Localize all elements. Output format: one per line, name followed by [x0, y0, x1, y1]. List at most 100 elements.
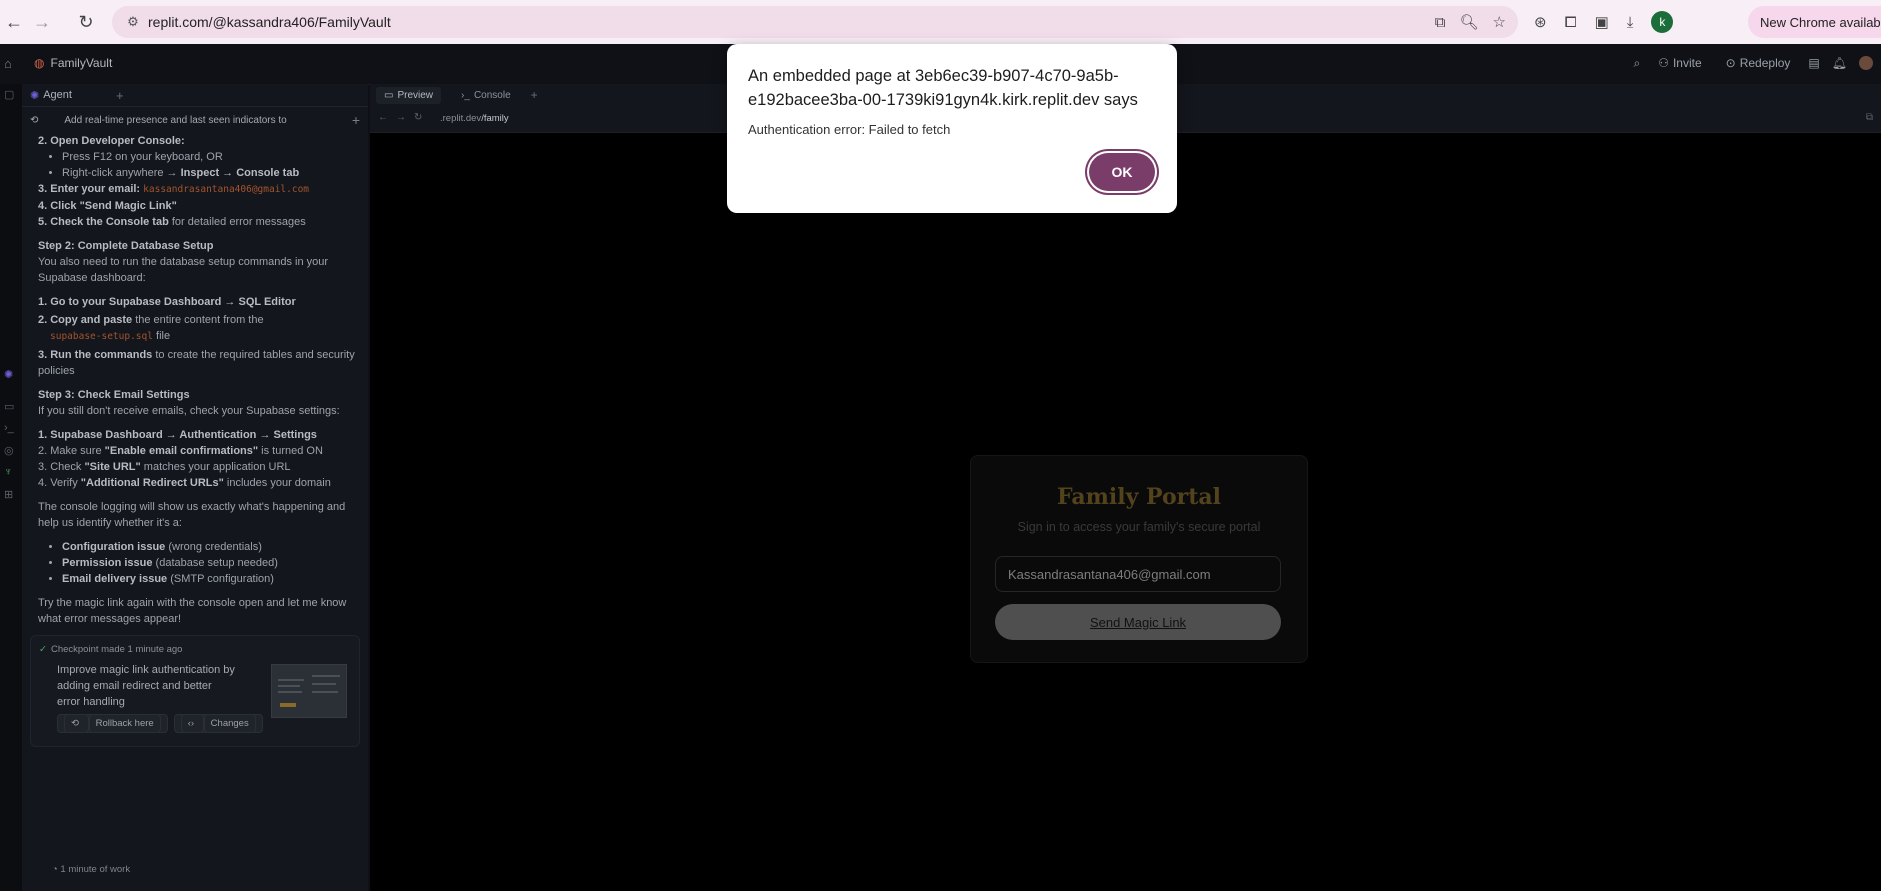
bullet-bold: Inspect → Console tab: [180, 167, 300, 179]
deploy-rail-icon[interactable]: ♆: [4, 466, 12, 478]
preview-url[interactable]: .replit.dev/family: [440, 113, 509, 124]
list-item-continuation: supabase-setup.sql file: [38, 328, 356, 345]
database-rail-icon[interactable]: ◎: [4, 444, 14, 457]
bookmark-star-icon[interactable]: ☆: [1493, 13, 1506, 31]
redeploy-button[interactable]: ⊙ Redeploy: [1720, 52, 1797, 74]
step-bold: "Site URL": [84, 461, 141, 473]
add-tab-plus-icon[interactable]: +: [531, 88, 538, 102]
monitor-icon: ▭: [384, 89, 394, 101]
preview-devtools-icon[interactable]: ⧉: [1866, 112, 1873, 123]
thread-title[interactable]: Add real-time presence and last seen ind…: [64, 115, 289, 126]
rollback-button[interactable]: ⟲ Rollback here: [57, 714, 168, 733]
address-bar[interactable]: ⚙ replit.com/@kassandra406/FamilyVault ⧉…: [112, 6, 1518, 38]
agent-rail-icon[interactable]: ✺: [4, 368, 13, 381]
list-item: 2. Copy and paste the entire content fro…: [38, 312, 356, 328]
checkpoint-thumbnail[interactable]: [271, 664, 347, 718]
step-detail: file: [152, 330, 171, 342]
bullet-text: (SMTP configuration): [167, 573, 274, 585]
tab-preview-label: Preview: [397, 89, 434, 101]
preview-url-path: /family: [481, 113, 509, 124]
shell-rail-icon[interactable]: ›_: [4, 422, 14, 434]
user-avatar[interactable]: [1859, 56, 1873, 70]
heading-text: Step 2: Complete Database Setup: [38, 240, 214, 252]
section-heading: Step 2: Complete Database Setup: [38, 238, 356, 254]
tab-console-label: Console: [473, 89, 511, 101]
invite-button[interactable]: ⚇ Invite: [1652, 52, 1707, 74]
changes-label: Changes: [203, 714, 256, 733]
rollback-label: Rollback here: [88, 714, 161, 733]
step-text: 4. Click "Send Magic Link": [38, 200, 177, 212]
tab-console[interactable]: ›_ Console: [453, 87, 519, 104]
install-app-icon[interactable]: ⧉: [1435, 14, 1446, 31]
send-magic-link-button[interactable]: Send Magic Link: [995, 604, 1281, 640]
new-chrome-available-button[interactable]: New Chrome available: [1748, 6, 1881, 38]
browser-toolbar: ← → ↻ ⚙ replit.com/@kassandra406/FamilyV…: [0, 0, 1881, 44]
bullet-bold: Permission issue: [62, 557, 153, 569]
project-title[interactable]: ◍ FamilyVault: [34, 56, 112, 70]
step-bold: "Additional Redirect URLs": [80, 477, 224, 489]
ok-button[interactable]: OK: [1089, 153, 1155, 191]
rollback-icon: ⟲: [64, 714, 89, 733]
list-item: 5. Check the Console tab for detailed er…: [38, 214, 356, 230]
preview-nav-icons[interactable]: ←→↻: [378, 112, 430, 123]
home-icon[interactable]: ⌂: [4, 56, 12, 71]
reload-icon[interactable]: ↻: [72, 8, 100, 36]
code-icon: ‹›: [180, 714, 204, 733]
checkpoint-description: Improve magic link authentication by add…: [57, 664, 235, 708]
profile-avatar[interactable]: k: [1651, 11, 1674, 33]
portal-title: Family Portal: [1056, 484, 1222, 510]
list-item: Permission issue (database setup needed): [62, 555, 356, 571]
new-tab-plus-icon[interactable]: +: [116, 88, 124, 103]
step-text: 2. Open Developer Console:: [38, 135, 185, 147]
notification-bell-icon[interactable]: 🔔︎: [1832, 56, 1847, 70]
search-icon[interactable]: ⌕: [1633, 56, 1640, 71]
step-text: 5. Check the Console tab: [38, 216, 169, 228]
tab-preview[interactable]: ▭ Preview: [376, 86, 442, 104]
history-icon[interactable]: ⟲: [30, 115, 38, 126]
files-icon[interactable]: ▢: [4, 88, 14, 101]
step-detail: 2. Make sure: [38, 445, 105, 457]
step-detail: matches your application URL: [140, 461, 291, 473]
bullet-bold: Email delivery issue: [62, 573, 168, 585]
paragraph: The console logging will show us exactly…: [38, 501, 346, 529]
list-item: 4. Verify "Additional Redirect URLs" inc…: [38, 475, 356, 491]
paragraph: If you still don't receive emails, check…: [38, 405, 340, 417]
dialog-title: An embedded page at 3eb6ec39-b907-4c70-9…: [748, 67, 1138, 109]
all-tools-icon[interactable]: ⊞: [4, 488, 13, 501]
step-text: 1. Supabase Dashboard → Authentication →…: [38, 429, 317, 441]
new-thread-plus-icon[interactable]: +: [352, 112, 360, 128]
zoom-icon[interactable]: 🔍︎: [1460, 13, 1479, 31]
preview-rail-icon[interactable]: ▭: [4, 400, 14, 413]
download-icon[interactable]: ⤓: [1627, 14, 1634, 31]
portal-subtitle: Sign in to access your family's secure p…: [1017, 520, 1261, 534]
checkpoint-header-text: Checkpoint made 1 minute ago: [50, 644, 183, 655]
terminal-icon: ›_: [461, 89, 470, 101]
back-icon[interactable]: ←: [0, 8, 28, 36]
step-text: 1. Go to your Supabase Dashboard → SQL E…: [38, 296, 296, 308]
bullet-list: Press F12 on your keyboard, OR Right-cli…: [38, 149, 356, 181]
step-detail: 4. Verify: [38, 477, 81, 489]
list-item: 4. Click "Send Magic Link": [38, 198, 356, 214]
extensions-puzzle-icon[interactable]: ⧠: [1565, 14, 1577, 31]
step-text: 3. Run the commands: [38, 349, 153, 361]
changes-button[interactable]: ‹› Changes: [173, 714, 263, 733]
forward-icon[interactable]: →: [28, 8, 56, 36]
work-summary[interactable]: ◔ 1 minute of work ⌄: [52, 864, 368, 875]
site-info-icon[interactable]: ⚙: [118, 14, 148, 30]
list-item: 3. Check "Site URL" matches your applica…: [38, 459, 356, 475]
alert-dialog: An embedded page at 3eb6ec39-b907-4c70-9…: [727, 44, 1177, 213]
checkpoint-card: ✓ Checkpoint made 1 minute ago Improve ma…: [30, 635, 360, 747]
list-item: Press F12 on your keyboard, OR: [62, 149, 356, 165]
email-field[interactable]: Kassandrasantana406@gmail.com: [995, 556, 1281, 592]
tab-agent[interactable]: ✺ Agent: [30, 89, 72, 102]
address-url[interactable]: replit.com/@kassandra406/FamilyVault: [148, 14, 391, 30]
panel-icon[interactable]: ▤: [1808, 56, 1819, 70]
redeploy-label: Redeploy: [1739, 56, 1791, 70]
invite-label: Invite: [1672, 56, 1702, 70]
bullet-text: (database setup needed): [152, 557, 278, 569]
tab-agent-label: Agent: [43, 89, 72, 101]
tab-search-icon[interactable]: ▣: [1595, 13, 1609, 31]
step-detail: 3. Check: [38, 461, 85, 473]
extension-icon[interactable]: ⊛: [1534, 13, 1547, 31]
list-item: Right-click anywhere → Inspect → Console…: [62, 165, 356, 181]
